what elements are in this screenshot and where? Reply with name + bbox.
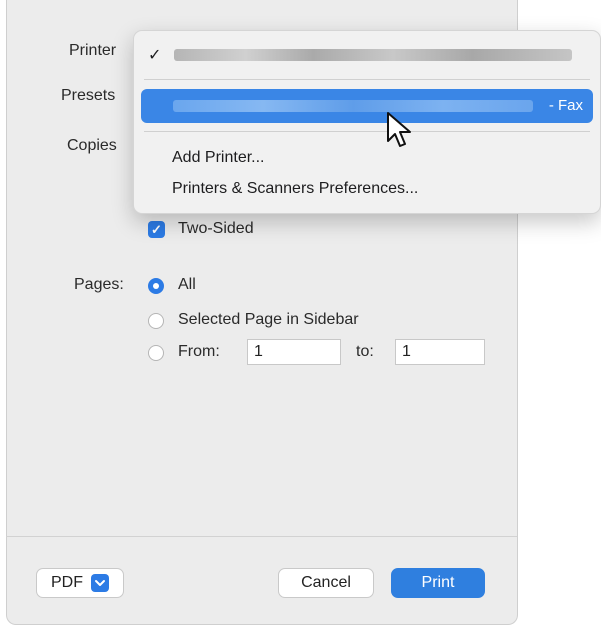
- checkmark-icon: ✓: [148, 47, 162, 64]
- to-label: to:: [356, 343, 374, 360]
- cancel-button[interactable]: Cancel: [278, 568, 374, 598]
- printer-label: Printer: [69, 42, 117, 59]
- printer-dropdown-menu: ✓ - Fax Add Printer... Printers & Scanne…: [133, 30, 601, 214]
- presets-label: Presets: [61, 87, 116, 104]
- to-page-field[interactable]: 1: [395, 339, 485, 365]
- from-page-field[interactable]: 1: [247, 339, 341, 365]
- radio-icon: [148, 313, 164, 329]
- two-sided-label: Two-Sided: [178, 220, 254, 237]
- redacted-printer-name: [173, 100, 533, 112]
- printer-option-current[interactable]: [166, 41, 576, 67]
- radio-selected-page-label: Selected Page in Sidebar: [178, 311, 359, 328]
- pages-radio-all[interactable]: All: [148, 276, 228, 296]
- pdf-label: PDF: [51, 574, 83, 591]
- chevron-down-icon: [91, 574, 109, 592]
- footer-divider: [6, 536, 517, 537]
- printers-scanners-preferences-item[interactable]: Printers & Scanners Preferences...: [172, 180, 418, 198]
- radio-icon: [148, 345, 164, 361]
- radio-all-label: All: [178, 276, 196, 293]
- mouse-cursor-icon: [387, 112, 411, 147]
- menu-separator: [144, 131, 590, 132]
- radio-selected-icon: [148, 278, 164, 294]
- pages-radio-selected-page[interactable]: Selected Page in Sidebar: [148, 311, 428, 331]
- print-button[interactable]: Print: [391, 568, 485, 598]
- printer-option-fax-highlighted[interactable]: - Fax: [141, 89, 593, 123]
- pdf-menu-button[interactable]: PDF: [36, 568, 124, 598]
- add-printer-item[interactable]: Add Printer...: [172, 149, 265, 167]
- two-sided-checkbox[interactable]: ✓ Two-Sided: [148, 220, 298, 242]
- redacted-printer-name: [174, 49, 572, 61]
- menu-separator: [144, 79, 590, 80]
- copies-label: Copies: [67, 137, 117, 154]
- pages-radio-from[interactable]: From:: [148, 343, 238, 363]
- pages-label-text: Pages:: [74, 276, 124, 293]
- fax-suffix: - Fax: [548, 97, 583, 114]
- checkmark-icon: ✓: [148, 221, 165, 238]
- radio-from-label: From:: [178, 343, 220, 360]
